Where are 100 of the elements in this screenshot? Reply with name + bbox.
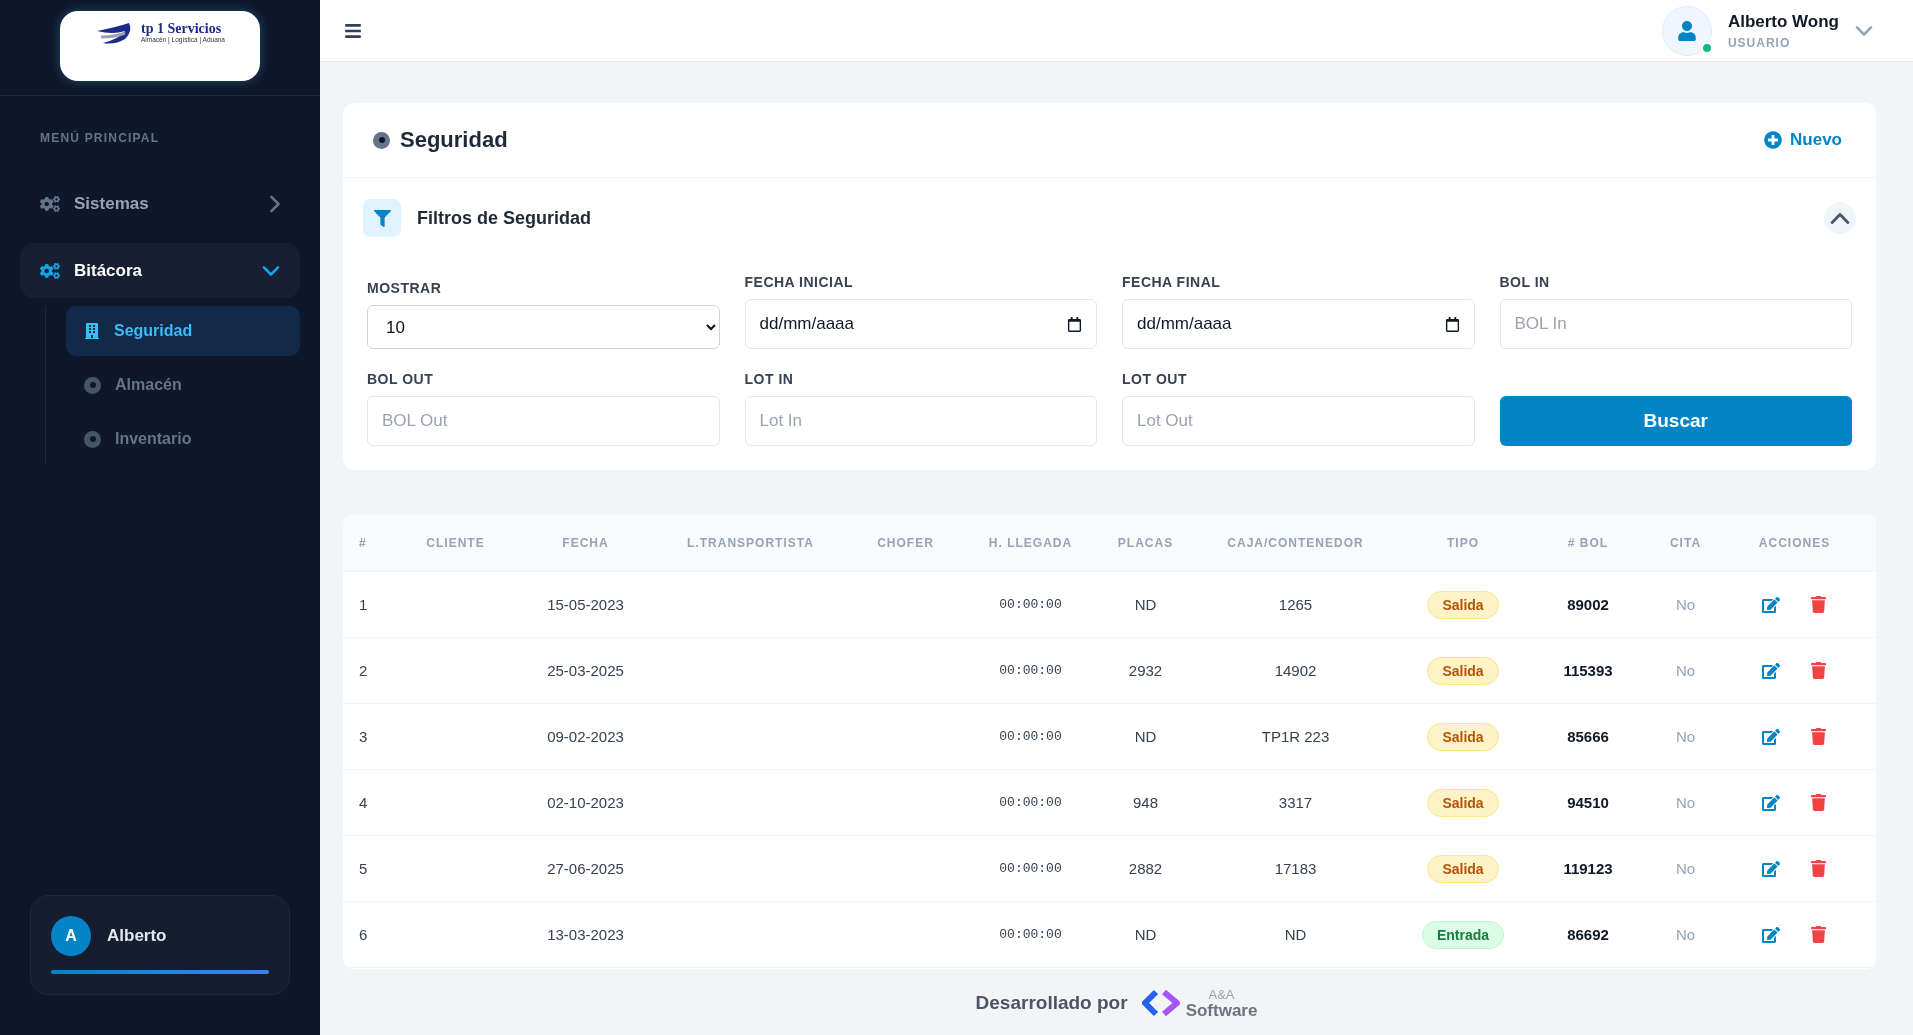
column-header: CLIENTE	[425, 535, 486, 550]
table-cell-text: 27-06-2025	[546, 860, 625, 877]
table-cell-text: No	[1674, 728, 1697, 745]
edit-button[interactable]	[1762, 595, 1780, 614]
input-field[interactable]: Lot Out	[1122, 396, 1475, 446]
type-badge: Entrada	[1421, 920, 1505, 949]
table-cell-text: 00:00:00	[998, 795, 1063, 810]
table-cell-text: 1	[358, 596, 369, 613]
delete-button[interactable]	[1810, 727, 1827, 746]
page-title: Seguridad	[400, 127, 509, 153]
column-header: L.TRANSPORTISTA	[686, 535, 815, 550]
table-cell-text: ND	[1133, 926, 1158, 943]
table-cell-text: 94510	[1566, 794, 1610, 811]
input-field[interactable]: Lot In	[744, 396, 1097, 446]
field-label: FECHA INICIAL	[744, 274, 855, 290]
table-cell-text: 115393	[1562, 662, 1614, 679]
avatar: A	[51, 916, 91, 956]
table-cell-text: 00:00:00	[998, 861, 1063, 876]
table-cell-text: 2882	[1127, 860, 1164, 877]
user-role: USUARIO	[1727, 35, 1792, 50]
table-cell-text: ND	[1133, 728, 1158, 745]
type-badge: Salida	[1427, 788, 1499, 817]
nav-subitem[interactable]: Almacén	[66, 360, 300, 410]
input-field[interactable]: BOL In	[1499, 299, 1852, 349]
edit-icon	[1762, 793, 1780, 812]
gears-icon	[40, 260, 60, 281]
gears-icon	[40, 193, 60, 214]
table-cell-text: 3317	[1277, 794, 1314, 811]
calendar-icon	[1067, 316, 1082, 332]
column-header: # BOL	[1566, 535, 1610, 550]
table-cell-text: 3	[358, 728, 369, 745]
dot-icon	[84, 376, 101, 394]
user-name: Alberto Wong	[1727, 11, 1839, 32]
edit-button[interactable]	[1762, 661, 1780, 680]
table-cell-text: 948	[1132, 794, 1159, 811]
search-button[interactable]: Buscar	[1499, 396, 1852, 446]
edit-icon	[1762, 859, 1780, 878]
trash-icon	[1810, 595, 1827, 613]
edit-button[interactable]	[1762, 793, 1780, 812]
nav-item[interactable]: Sistemas	[20, 176, 300, 231]
field-label: MOSTRAR	[367, 280, 443, 296]
chevron-down-icon[interactable]	[1855, 25, 1873, 36]
table-cell-text: 00:00:00	[998, 927, 1063, 942]
table-cell-text: 00:00:00	[998, 663, 1063, 678]
table-cell-text: No	[1674, 662, 1697, 679]
chevron-up-icon	[1830, 212, 1850, 224]
input-field[interactable]: BOL Out	[367, 396, 720, 446]
date-field[interactable]: dd/mm/aaaa	[744, 299, 1097, 349]
table-cell-text: 119123	[1562, 860, 1614, 877]
delete-button[interactable]	[1810, 859, 1827, 878]
type-badge: Salida	[1427, 722, 1499, 751]
new-button[interactable]: Nuevo	[1758, 129, 1848, 151]
column-header: #	[358, 535, 368, 550]
field-label: FECHA FINAL	[1122, 274, 1222, 290]
nav-subitem[interactable]: Seguridad	[66, 306, 300, 356]
table-cell-text: 00:00:00	[998, 597, 1063, 612]
table-cell-text: 5	[358, 860, 369, 877]
column-header: TIPO	[1446, 535, 1480, 550]
section-label: MENÚ PRINCIPAL	[39, 129, 161, 147]
nav-item[interactable]: Bitácora	[20, 243, 300, 298]
edit-button[interactable]	[1762, 859, 1780, 878]
table-cell-text: 09-02-2023	[546, 728, 625, 745]
column-header: FECHA	[561, 535, 610, 550]
delete-button[interactable]	[1810, 661, 1827, 680]
footer-text: Desarrollado por	[975, 991, 1128, 1014]
table-cell-text: 1265	[1277, 596, 1314, 613]
user-icon	[1676, 20, 1697, 41]
building-icon	[84, 323, 100, 339]
table-cell-text: 13-03-2023	[546, 926, 625, 943]
calendar-icon	[1444, 316, 1460, 332]
delete-button[interactable]	[1810, 793, 1827, 812]
edit-button[interactable]	[1762, 727, 1780, 746]
dot-icon	[84, 430, 101, 448]
filter-title: Filtros de Seguridad	[417, 207, 593, 229]
delete-button[interactable]	[1810, 595, 1827, 614]
delete-button[interactable]	[1810, 925, 1827, 944]
brand-name: Software	[1185, 1002, 1258, 1019]
table-cell-text: 17183	[1273, 860, 1318, 877]
type-badge: Salida	[1427, 656, 1499, 685]
table-cell-text: 2932	[1127, 662, 1164, 679]
table-cell-text: TP1R 223	[1260, 728, 1331, 745]
filter-icon	[363, 199, 401, 237]
edit-icon	[1762, 661, 1780, 680]
date-field[interactable]: dd/mm/aaaa	[1122, 299, 1475, 349]
edit-icon	[1762, 595, 1780, 614]
edit-button[interactable]	[1762, 925, 1780, 944]
column-header: CHOFER	[876, 535, 935, 550]
chevron-right-icon	[270, 194, 280, 213]
select-field[interactable]: 10	[367, 305, 720, 349]
collapse-button[interactable]	[1824, 202, 1856, 234]
logo-title: tp 1 Servicios	[141, 21, 222, 36]
nav-subitem[interactable]: Inventario	[66, 414, 300, 464]
plus-icon	[1764, 131, 1783, 149]
table-cell-text: 02-10-2023	[546, 794, 625, 811]
user-name: Alberto	[107, 926, 167, 946]
column-header: PLACAS	[1116, 535, 1175, 550]
table-cell-text: 85666	[1566, 728, 1610, 745]
table-cell-text: 25-03-2025	[546, 662, 625, 679]
trash-icon	[1810, 859, 1827, 877]
column-header: CITA	[1668, 535, 1703, 550]
